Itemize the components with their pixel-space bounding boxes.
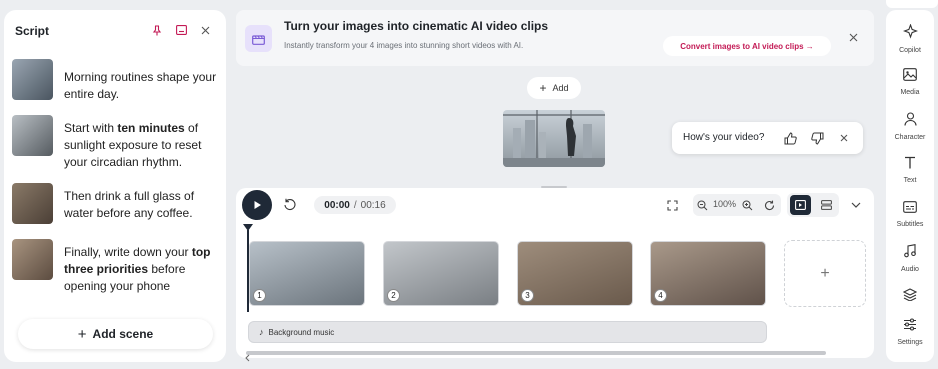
clip-number-badge: 3 bbox=[521, 289, 534, 302]
timeline-clip[interactable]: 3 bbox=[517, 241, 633, 306]
preview-view-icon bbox=[795, 200, 806, 210]
promo-banner: Turn your images into cinematic AI video… bbox=[236, 10, 874, 66]
scene-text[interactable]: Then drink a full glass of water before … bbox=[64, 188, 217, 224]
add-clip-button[interactable]: + bbox=[784, 240, 866, 307]
list-view-icon[interactable] bbox=[818, 197, 834, 213]
promo-close-icon[interactable] bbox=[846, 30, 860, 44]
preview-view-button[interactable] bbox=[790, 195, 811, 215]
total-time: 00:16 bbox=[360, 199, 386, 211]
sidebar-item-settings[interactable]: Settings bbox=[886, 318, 934, 346]
image-icon bbox=[903, 68, 917, 86]
clip-number-badge: 4 bbox=[654, 289, 667, 302]
add-scene-label: Add scene bbox=[92, 327, 154, 341]
script-scene-item[interactable]: Then drink a full glass of water before … bbox=[12, 183, 217, 224]
time-separator: / bbox=[353, 199, 357, 211]
music-note-icon: ♪ bbox=[259, 327, 264, 337]
pin-icon[interactable] bbox=[149, 22, 165, 38]
scene-text[interactable]: Start with ten minutes of sunlight expos… bbox=[64, 120, 217, 171]
sliders-icon bbox=[903, 318, 917, 336]
timeline-clip[interactable]: 1 bbox=[249, 241, 365, 306]
sparkle-icon bbox=[902, 23, 918, 44]
timeline-scrollbar[interactable] bbox=[246, 351, 826, 355]
timeline-clip[interactable]: 4 bbox=[650, 241, 766, 306]
right-sidebar bbox=[886, 10, 934, 362]
feedback-popup: How's your video? bbox=[672, 122, 863, 154]
play-icon bbox=[254, 201, 261, 209]
scene-text-part: Finally, write down your bbox=[64, 245, 192, 259]
zoom-in-icon[interactable] bbox=[739, 197, 755, 213]
promo-title: Turn your images into cinematic AI video… bbox=[284, 19, 549, 33]
sidebar-item-media[interactable]: Media bbox=[886, 68, 934, 96]
sidebar-item-label: Copilot bbox=[899, 47, 921, 54]
layers-icon bbox=[902, 288, 918, 306]
clip-number-badge: 1 bbox=[253, 289, 266, 302]
thumbs-up-icon[interactable] bbox=[782, 130, 798, 146]
sidebar-item-layers[interactable] bbox=[886, 288, 934, 306]
chevron-down-icon[interactable] bbox=[848, 197, 864, 213]
clapperboard-icon bbox=[245, 25, 272, 52]
close-icon[interactable] bbox=[197, 22, 213, 38]
timeline-clip[interactable]: 2 bbox=[383, 241, 499, 306]
convert-images-button[interactable]: Convert images to AI video clips → bbox=[663, 36, 831, 56]
add-scene-pill-button[interactable]: + Add bbox=[527, 77, 581, 99]
text-icon bbox=[904, 156, 916, 174]
scene-text-bold: ten minutes bbox=[117, 121, 185, 135]
feedback-question: How's your video? bbox=[683, 132, 765, 143]
script-scene-item[interactable]: Finally, write down your top three prior… bbox=[12, 239, 217, 295]
promo-subtitle: Instantly transform your 4 images into s… bbox=[284, 41, 524, 50]
panel-icon[interactable] bbox=[173, 22, 189, 38]
fullscreen-icon[interactable] bbox=[664, 197, 680, 213]
scene-text[interactable]: Finally, write down your top three prior… bbox=[64, 244, 217, 295]
sidebar-item-label: Media bbox=[900, 89, 920, 96]
zoom-out-icon[interactable] bbox=[694, 197, 710, 213]
current-time: 00:00 bbox=[324, 199, 350, 211]
clip-number-badge: 2 bbox=[387, 289, 400, 302]
scene-thumbnail[interactable] bbox=[12, 183, 53, 224]
music-icon bbox=[904, 244, 916, 263]
scene-text[interactable]: Morning routines shape your entire day. bbox=[64, 69, 217, 103]
sidebar-item-label: Audio bbox=[901, 266, 919, 273]
scene-thumbnail[interactable] bbox=[12, 239, 53, 280]
zoom-level: 100% bbox=[713, 199, 737, 209]
sidebar-item-subtitles[interactable]: Subtitles bbox=[886, 200, 934, 228]
plus-icon: + bbox=[539, 81, 547, 95]
sidebar-item-audio[interactable]: Audio bbox=[886, 244, 934, 273]
subtitles-icon bbox=[903, 200, 917, 218]
sidebar-item-label: Settings bbox=[897, 339, 923, 346]
reset-zoom-icon[interactable] bbox=[761, 197, 777, 213]
scene-text-part: Then drink a full glass of water before … bbox=[64, 189, 195, 220]
sidebar-item-character[interactable]: Character bbox=[886, 112, 934, 141]
feedback-close-icon[interactable] bbox=[836, 130, 852, 146]
background-music-track[interactable]: ♪ Background music bbox=[248, 321, 767, 343]
scene-thumbnail[interactable] bbox=[12, 59, 53, 100]
play-button[interactable] bbox=[242, 190, 272, 220]
scene-text-part: Start with bbox=[64, 121, 118, 135]
replay-icon[interactable] bbox=[281, 196, 299, 214]
plus-icon: + bbox=[77, 325, 87, 343]
script-scene-item[interactable]: Start with ten minutes of sunlight expos… bbox=[12, 115, 217, 171]
scroll-left-arrow-icon[interactable] bbox=[244, 349, 252, 362]
sidebar-item-label: Subtitles bbox=[896, 221, 924, 228]
person-icon bbox=[903, 112, 917, 131]
script-panel-title: Script bbox=[15, 24, 50, 38]
sidebar-item-label: Character bbox=[894, 134, 926, 141]
sidebar-item-copilot[interactable]: Copilot bbox=[886, 23, 934, 54]
sidebar-item-label: Text bbox=[903, 177, 917, 184]
video-preview[interactable] bbox=[503, 110, 605, 167]
thumbs-down-icon[interactable] bbox=[809, 130, 825, 146]
sidebar-item-text[interactable]: Text bbox=[886, 156, 934, 184]
add-label: Add bbox=[552, 83, 569, 93]
script-scene-item[interactable]: Morning routines shape your entire day. bbox=[12, 59, 217, 103]
music-track-label: Background music bbox=[268, 327, 335, 337]
scene-thumbnail[interactable] bbox=[12, 115, 53, 156]
time-display: 00:00 / 00:16 bbox=[314, 196, 396, 214]
top-right-bar bbox=[886, 0, 938, 8]
scene-text-part: Morning routines shape your entire day. bbox=[64, 70, 217, 101]
script-panel: Script Morning routines shape your entir… bbox=[4, 10, 226, 362]
add-scene-button[interactable]: + Add scene bbox=[18, 319, 213, 349]
